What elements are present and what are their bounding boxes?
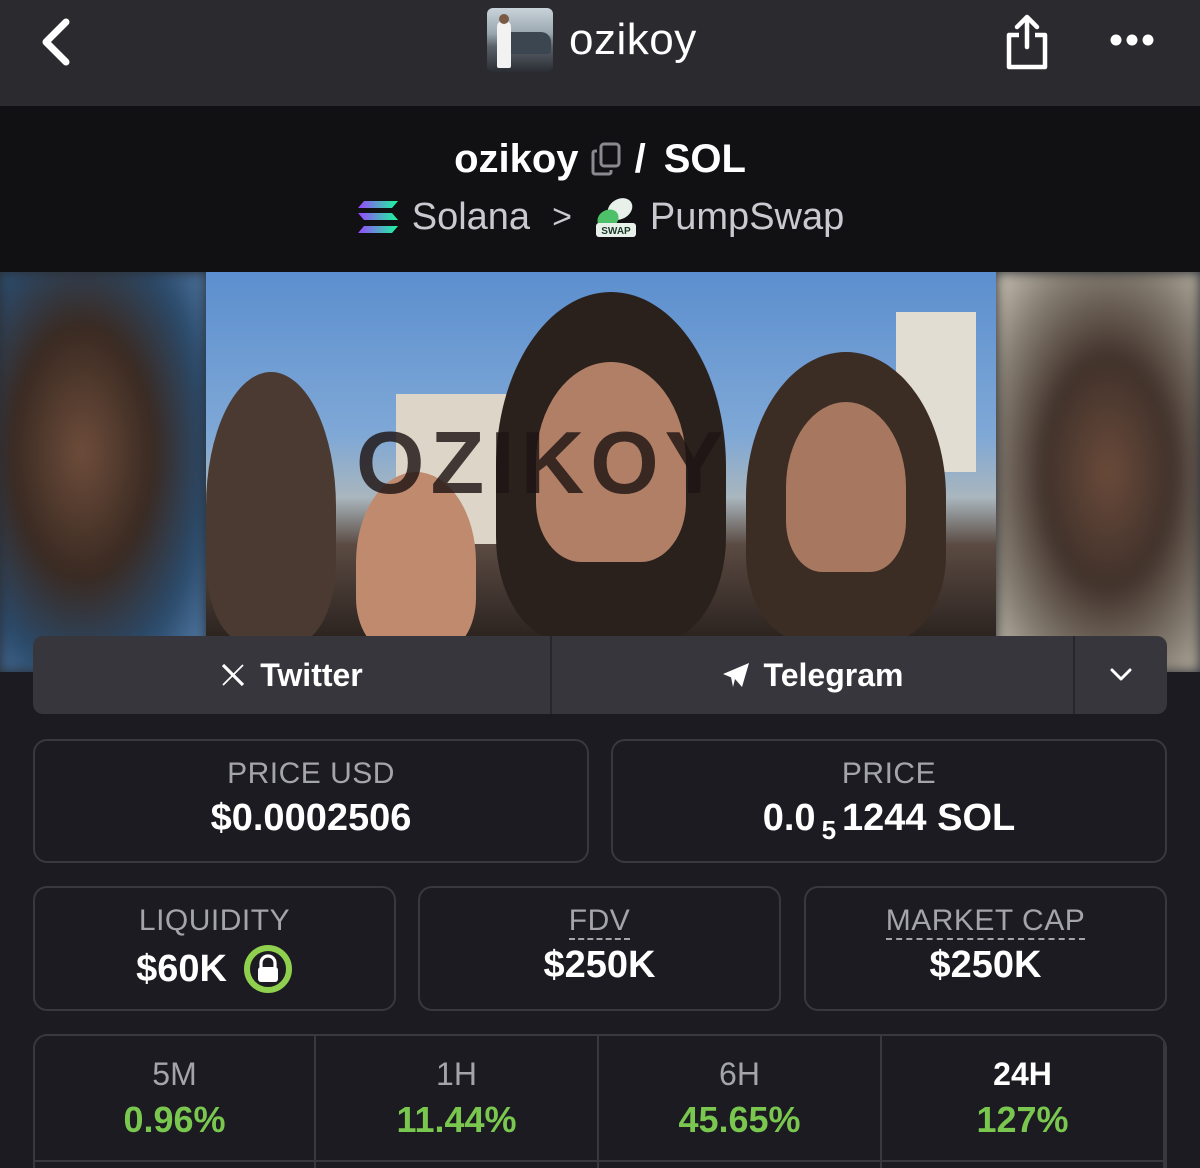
- more-links-dropdown[interactable]: [1075, 636, 1167, 714]
- pair-header: ozikoy / SOL Solana > SWAP PumpSwap: [0, 106, 1200, 272]
- svg-text:SWAP: SWAP: [601, 226, 631, 237]
- avatar: [487, 8, 553, 72]
- banner-blur-left: [0, 272, 206, 672]
- price-usd-value: $0.0002506: [210, 797, 412, 839]
- price-usd-card: PRICE USD $0.0002506: [33, 739, 589, 863]
- more-options-button[interactable]: [1104, 20, 1160, 60]
- timeframe-change: 127%: [976, 1099, 1069, 1140]
- copy-address-button[interactable]: [591, 142, 621, 176]
- fdv-value: $250K: [543, 944, 656, 986]
- market-cap-value: $250K: [929, 944, 1042, 986]
- price-change-timeframes: 5M 0.96% 1H 11.44% 6H 45.65% 24H 127%: [33, 1034, 1167, 1168]
- telegram-label: Telegram: [763, 656, 904, 693]
- timeframe-change: 45.65%: [678, 1099, 801, 1140]
- back-button[interactable]: [28, 14, 82, 70]
- breadcrumb-chevron: >: [552, 197, 572, 236]
- timeframe-label: 6H: [719, 1056, 760, 1092]
- solana-logo-icon: [356, 199, 400, 235]
- fdv-card: FDV $250K: [418, 886, 781, 1011]
- token-symbol: ozikoy: [454, 136, 579, 181]
- pair-separator: /: [634, 136, 646, 181]
- liquidity-lock-icon[interactable]: [243, 944, 293, 994]
- twitter-label: Twitter: [260, 656, 363, 693]
- timeframe-5m-tab[interactable]: 5M 0.96%: [35, 1036, 316, 1168]
- social-links-bar: Twitter Telegram: [33, 636, 1167, 714]
- banner-photo: OZIKOY: [206, 272, 996, 636]
- liquidity-amount: $60K: [136, 947, 227, 990]
- copy-icon: [591, 142, 621, 176]
- quote-symbol: SOL: [663, 136, 746, 181]
- share-button[interactable]: [1000, 10, 1054, 74]
- price-zero-count: 5: [821, 815, 837, 845]
- timeframe-change: 0.96%: [123, 1099, 226, 1140]
- telegram-plane-icon: [722, 662, 750, 688]
- price-native-card: PRICE 0.0 5 1244 SOL: [611, 739, 1167, 863]
- more-dots-icon: [1110, 34, 1154, 46]
- dex-link[interactable]: PumpSwap: [650, 196, 844, 239]
- pumpswap-logo-icon: SWAP: [594, 195, 638, 239]
- x-logo-icon: [220, 662, 246, 688]
- timeframe-label: 1H: [436, 1056, 477, 1092]
- liquidity-label: LIQUIDITY: [138, 904, 291, 937]
- telegram-link-button[interactable]: Telegram: [552, 636, 1075, 714]
- price-native-value: 0.0 5 1244 SOL: [613, 797, 1165, 845]
- fdv-label[interactable]: FDV: [568, 904, 631, 940]
- chevron-left-icon: [42, 18, 70, 66]
- market-cap-label[interactable]: MARKET CAP: [885, 904, 1086, 940]
- twitter-link-button[interactable]: Twitter: [33, 636, 552, 714]
- price-native-prefix: 0.0: [762, 797, 816, 839]
- liquidity-card: LIQUIDITY $60K: [33, 886, 396, 1011]
- timeframe-6h-tab[interactable]: 6H 45.65%: [599, 1036, 882, 1168]
- timeframe-divider: [35, 1160, 1165, 1162]
- token-banner-image: OZIKOY: [0, 272, 1200, 672]
- price-native-label: PRICE: [841, 757, 937, 790]
- timeframe-24h-tab[interactable]: 24H 127%: [882, 1036, 1165, 1168]
- market-cap-card: MARKET CAP $250K: [804, 886, 1167, 1011]
- chevron-down-icon: [1110, 668, 1132, 681]
- timeframe-change: 11.44%: [396, 1099, 517, 1140]
- timeframe-label: 5M: [152, 1056, 197, 1092]
- share-icon: [1006, 14, 1048, 70]
- top-nav-bar: ozikoy: [0, 0, 1200, 106]
- timeframe-1h-tab[interactable]: 1H 11.44%: [316, 1036, 599, 1168]
- nav-title-text: ozikoy: [569, 15, 697, 64]
- banner-blur-right: [996, 272, 1200, 672]
- banner-watermark-text: OZIKOY: [356, 413, 730, 512]
- pair-title: ozikoy / SOL: [0, 134, 1200, 184]
- price-usd-label: PRICE USD: [227, 757, 395, 790]
- timeframe-label: 24H: [993, 1056, 1052, 1092]
- chain-link[interactable]: Solana: [412, 196, 530, 239]
- price-native-suffix: 1244 SOL: [842, 797, 1016, 839]
- chain-breadcrumb: Solana > SWAP PumpSwap: [0, 192, 1200, 242]
- liquidity-value: $60K: [35, 944, 394, 994]
- nav-title: ozikoy: [487, 8, 697, 72]
